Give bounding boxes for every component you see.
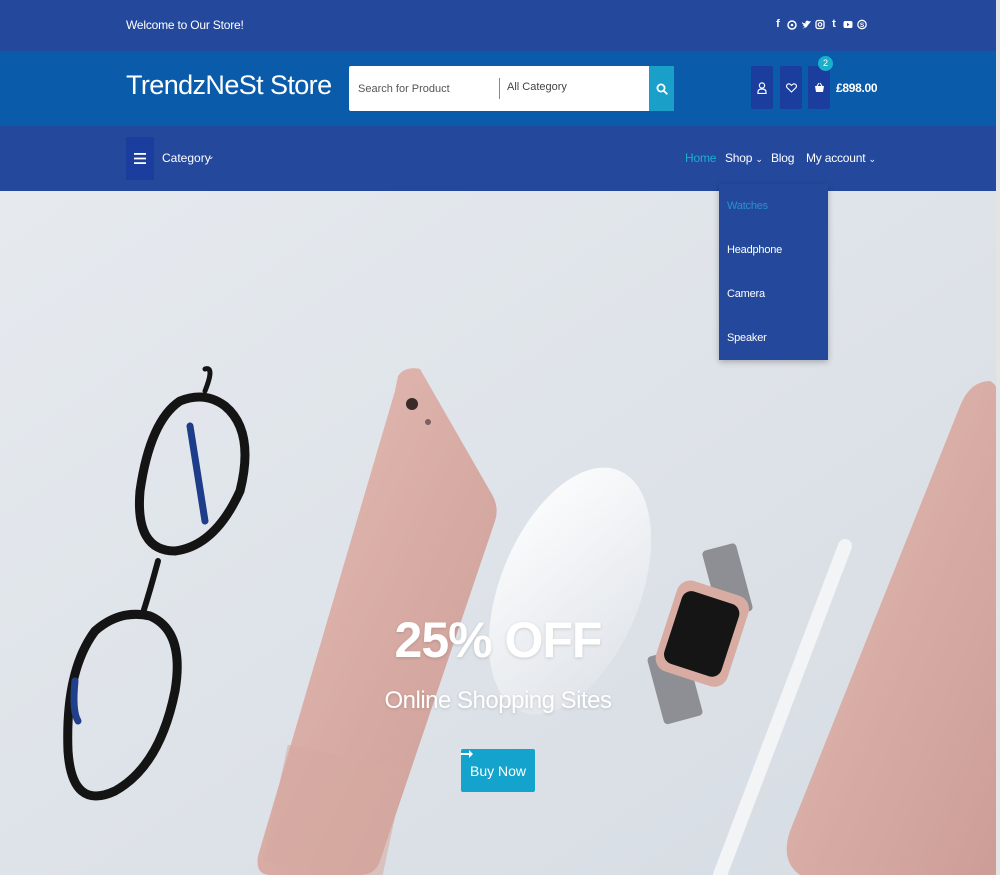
hamburger-icon bbox=[134, 153, 146, 164]
category-select[interactable]: All Category bbox=[507, 81, 567, 93]
cart-button[interactable] bbox=[808, 66, 830, 109]
scrollbar[interactable] bbox=[996, 0, 1000, 875]
facebook-icon[interactable]: f bbox=[773, 17, 783, 32]
wishlist-button[interactable] bbox=[780, 66, 802, 109]
chevron-down-icon: ⌄ bbox=[207, 151, 215, 161]
dropdown-item-headphone[interactable]: Headphone bbox=[727, 244, 782, 256]
category-label[interactable]: Category bbox=[162, 151, 211, 165]
user-icon bbox=[757, 81, 767, 94]
buy-now-button[interactable]: Buy Now bbox=[461, 749, 535, 792]
nav-home[interactable]: Home bbox=[685, 151, 716, 165]
cart-total[interactable]: £898.00 bbox=[836, 81, 878, 95]
dropdown-item-watches[interactable]: Watches bbox=[727, 200, 768, 212]
dropdown-item-speaker[interactable]: Speaker bbox=[727, 332, 767, 344]
nav-shop[interactable]: Shop ⌄ bbox=[725, 151, 763, 165]
nav-shop-label: Shop bbox=[725, 151, 753, 165]
dropdown-item-camera[interactable]: Camera bbox=[727, 288, 765, 300]
top-bar: Welcome to Our Store! f t S bbox=[0, 0, 1000, 51]
main-header: TrendzNeSt Store All Category 2 £898.00 bbox=[0, 51, 1000, 126]
search-icon bbox=[656, 83, 668, 95]
pinterest-icon[interactable] bbox=[787, 17, 797, 32]
search-bar: All Category bbox=[349, 66, 674, 111]
instagram-icon[interactable] bbox=[815, 17, 825, 32]
category-menu-toggle[interactable] bbox=[126, 137, 154, 180]
hero-subheadline: Online Shopping Sites bbox=[384, 687, 613, 714]
svg-text:S: S bbox=[860, 22, 865, 29]
search-button[interactable] bbox=[649, 66, 674, 111]
skype-icon[interactable]: S bbox=[857, 17, 867, 32]
hero-banner: 25% OFF Online Shopping Sites Buy Now bbox=[0, 191, 1000, 875]
account-button[interactable] bbox=[751, 66, 773, 109]
heart-icon bbox=[785, 82, 797, 93]
nav-my-account[interactable]: My account ⌄ bbox=[806, 151, 876, 165]
main-nav: Category ⌄ Home Shop ⌄ Blog My account ⌄ bbox=[0, 126, 1000, 191]
chevron-down-icon: ⌄ bbox=[868, 154, 877, 164]
tumblr-icon[interactable]: t bbox=[829, 17, 839, 32]
site-logo[interactable]: TrendzNeSt Store bbox=[126, 70, 332, 101]
hero-headline: 25% OFF bbox=[394, 612, 603, 668]
arrow-right-icon bbox=[461, 750, 473, 758]
nav-my-account-label: My account bbox=[806, 151, 866, 165]
social-links: f t S bbox=[773, 17, 867, 32]
welcome-text: Welcome to Our Store! bbox=[126, 18, 244, 32]
chevron-down-icon: ⌄ bbox=[755, 154, 763, 164]
nav-blog[interactable]: Blog bbox=[771, 151, 794, 165]
search-input[interactable] bbox=[349, 66, 499, 111]
search-divider bbox=[499, 78, 500, 99]
youtube-icon[interactable] bbox=[843, 17, 853, 32]
shop-dropdown: Watches Headphone Camera Speaker bbox=[719, 184, 828, 360]
cart-count-badge: 2 bbox=[818, 56, 833, 71]
twitter-icon[interactable] bbox=[801, 17, 811, 32]
basket-icon bbox=[814, 82, 824, 92]
buy-now-label: Buy Now bbox=[469, 762, 527, 779]
